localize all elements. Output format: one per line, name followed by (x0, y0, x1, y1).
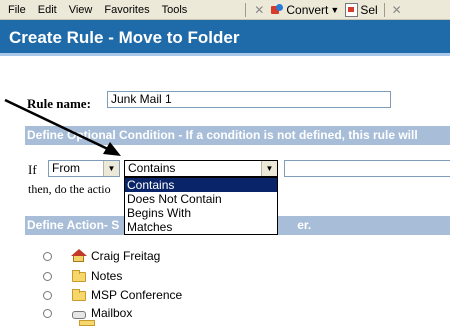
action-header-right: er. (297, 218, 312, 232)
convert-button[interactable]: Convert ▼ (268, 3, 342, 17)
radio-button[interactable] (43, 290, 52, 300)
radio-button[interactable] (43, 271, 52, 281)
chevron-down-icon: ▼ (330, 4, 340, 15)
option-does-not-contain[interactable]: Does Not Contain (125, 192, 277, 206)
menu-bar: File Edit View Favorites Tools ✕ Convert… (0, 0, 450, 20)
select-label: Sel (360, 2, 378, 17)
condition-section-header: Define Optional Condition - If a conditi… (25, 126, 450, 145)
convert-icon (271, 4, 284, 15)
folder-item[interactable]: MSP Conference (43, 286, 182, 304)
select-button[interactable]: Sel (342, 2, 380, 17)
menu-favorites[interactable]: Favorites (98, 4, 155, 16)
folder-label: MSP Conference (91, 288, 183, 302)
rule-name-input[interactable]: Junk Mail 1 (107, 91, 391, 108)
folder-label: Mailbox (91, 306, 133, 320)
then-text: then, do the actio (28, 182, 111, 196)
home-icon (71, 249, 87, 262)
folder-icon (79, 320, 95, 326)
option-begins-with[interactable]: Begins With (125, 206, 277, 220)
operator-select[interactable]: Contains ▼ (124, 160, 278, 177)
folder-label: Notes (91, 269, 123, 283)
folder-icon (72, 270, 86, 282)
convert-label: Convert (286, 2, 329, 17)
chevron-down-icon[interactable]: ▼ (261, 161, 277, 176)
operator-dropdown-list[interactable]: Contains Does Not Contain Begins With Ma… (124, 177, 278, 235)
select-icon (345, 2, 359, 17)
operator-select-value: Contains (128, 161, 176, 175)
close-toolbar-icon[interactable]: ✕ (250, 3, 268, 17)
page-title: Create Rule - Move to Folder (0, 20, 450, 56)
folder-label: Craig Freitag (91, 249, 161, 263)
condition-value-input[interactable] (284, 160, 450, 177)
folder-icon (72, 289, 86, 301)
option-contains[interactable]: Contains (125, 178, 277, 192)
field-select-value: From (52, 161, 80, 175)
toolbar-separator (245, 2, 247, 17)
field-select[interactable]: From ▼ (48, 160, 120, 177)
rule-name-label: Rule name: (27, 96, 91, 111)
menu-edit[interactable]: Edit (32, 4, 63, 16)
menu-tools[interactable]: Tools (156, 4, 194, 16)
folder-item[interactable]: Notes (43, 267, 122, 285)
option-matches[interactable]: Matches (125, 220, 277, 234)
if-label: If (28, 162, 37, 177)
radio-button[interactable] (43, 251, 52, 261)
toolbar-separator (383, 2, 385, 17)
menu-view[interactable]: View (63, 4, 99, 16)
mailbox-icon (72, 310, 86, 319)
menu-file[interactable]: File (0, 4, 32, 16)
close-toolbar-icon[interactable]: ✕ (388, 3, 406, 17)
folder-item[interactable]: Craig Freitag (43, 247, 160, 265)
radio-button[interactable] (43, 308, 52, 318)
chevron-down-icon[interactable]: ▼ (103, 161, 119, 176)
action-header-left: Define Action- S (27, 218, 120, 232)
